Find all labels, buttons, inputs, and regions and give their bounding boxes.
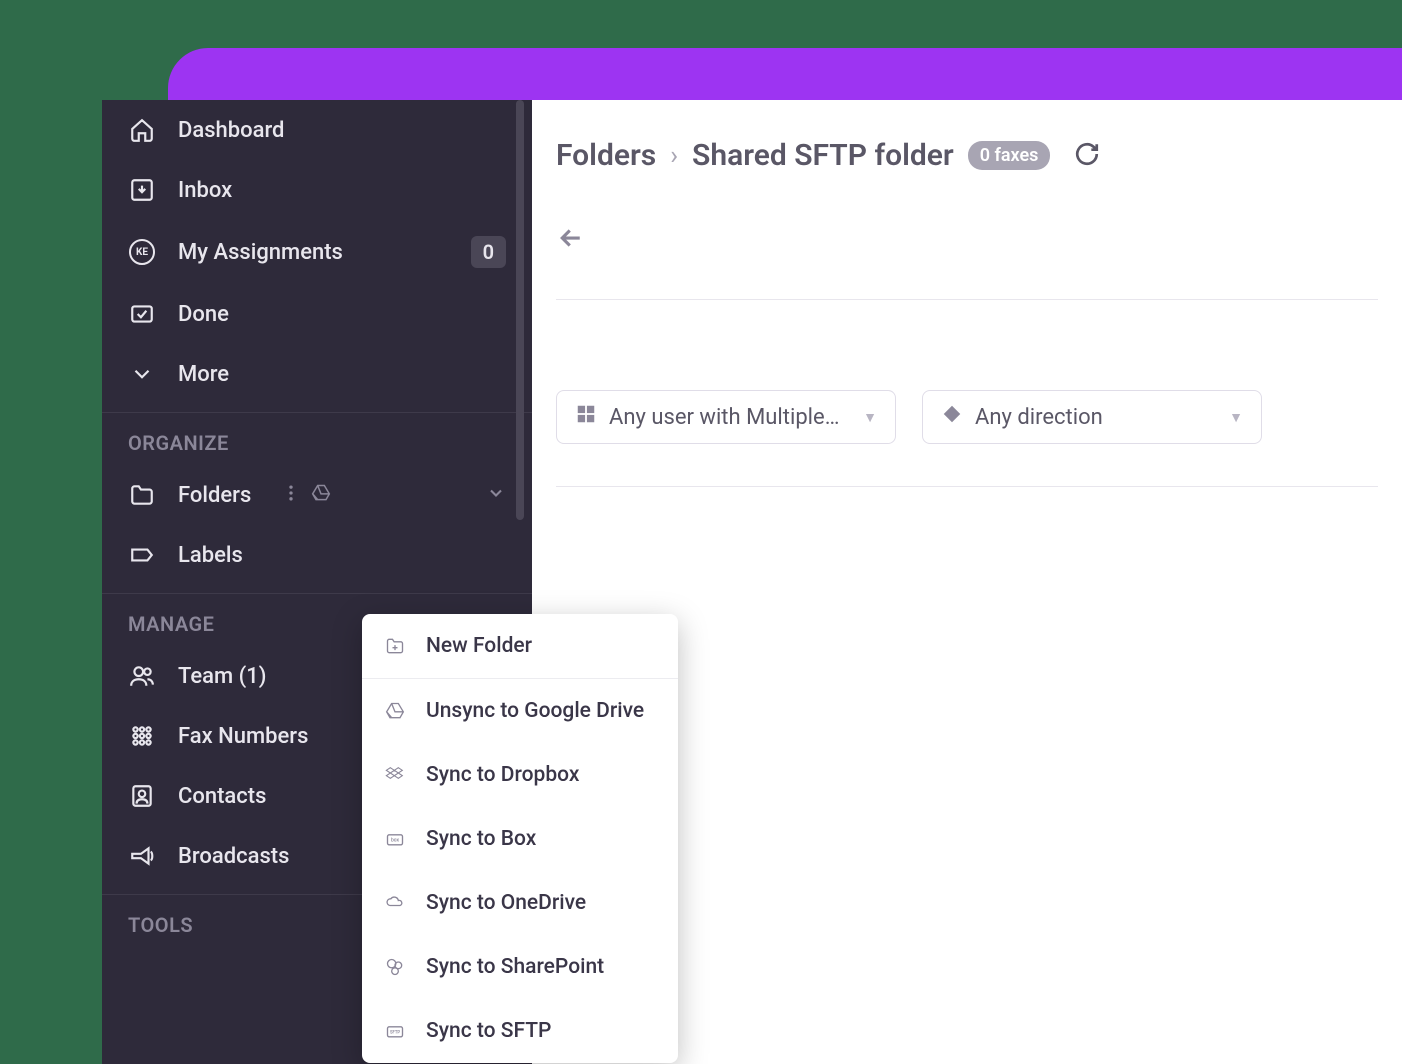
caret-down-icon: ▼: [1229, 409, 1243, 426]
caret-down-icon: ▼: [863, 409, 877, 426]
fax-count-badge: 0 faxes: [968, 141, 1051, 170]
menu-sync-onedrive[interactable]: Sync to OneDrive: [362, 871, 678, 935]
nav-more[interactable]: More: [102, 344, 532, 404]
divider: [556, 299, 1378, 300]
grid-icon: [575, 403, 597, 431]
nav-label: My Assignments: [178, 240, 343, 265]
sharepoint-icon: [384, 956, 406, 978]
nav-my-assignments[interactable]: KE My Assignments 0: [102, 220, 532, 284]
nav-dashboard[interactable]: Dashboard: [102, 100, 532, 160]
menu-label: Sync to Box: [426, 827, 536, 851]
menu-sync-sharepoint[interactable]: Sync to SharePoint: [362, 935, 678, 999]
nav-label: Dashboard: [178, 118, 284, 143]
filter-direction-label: Any direction: [975, 405, 1209, 430]
nav-label: Contacts: [178, 784, 266, 809]
svg-text:box: box: [391, 838, 400, 844]
sidebar-scrollbar[interactable]: [516, 100, 524, 520]
menu-sync-box[interactable]: box Sync to Box: [362, 807, 678, 871]
chevron-down-icon[interactable]: [486, 483, 506, 507]
menu-label: Sync to SharePoint: [426, 955, 604, 979]
menu-sync-sftp[interactable]: SFTP Sync to SFTP: [362, 999, 678, 1063]
nav-label: Folders: [178, 483, 251, 508]
breadcrumb-current: Shared SFTP folder: [692, 138, 954, 173]
kebab-icon[interactable]: [281, 483, 301, 507]
megaphone-icon: [128, 842, 156, 870]
menu-label: Sync to OneDrive: [426, 891, 586, 915]
folder-icon: [128, 481, 156, 509]
inbox-icon: [128, 176, 156, 204]
home-icon: [128, 116, 156, 144]
dropbox-icon: [384, 764, 406, 786]
filter-user-label: Any user with Multiple ...: [609, 405, 843, 430]
app-container: Dashboard Inbox KE My Assignments 0 Done…: [102, 100, 1402, 1064]
breadcrumb: Folders › Shared SFTP folder 0 faxes: [556, 138, 1378, 173]
nav-label: More: [178, 362, 229, 387]
chevron-down-icon: [128, 360, 156, 388]
chevron-right-icon: ›: [670, 141, 678, 171]
nav-label: Fax Numbers: [178, 724, 308, 749]
onedrive-icon: [384, 892, 406, 914]
breadcrumb-root[interactable]: Folders: [556, 138, 656, 173]
check-icon: [128, 300, 156, 328]
filter-user-dropdown[interactable]: Any user with Multiple ... ▼: [556, 390, 896, 444]
gdrive-sync-icon: [311, 483, 331, 507]
filters-row: Any user with Multiple ... ▼ Any directi…: [556, 390, 1378, 444]
dialpad-icon: [128, 722, 156, 750]
gdrive-icon: [384, 700, 406, 722]
menu-label: Unsync to Google Drive: [426, 699, 644, 723]
tag-icon: [128, 541, 156, 569]
nav-label: Done: [178, 302, 229, 327]
nav-labels[interactable]: Labels: [102, 525, 532, 585]
diamond-icon: [941, 403, 963, 431]
svg-text:SFTP: SFTP: [390, 1031, 400, 1036]
menu-unsync-gdrive[interactable]: Unsync to Google Drive: [362, 679, 678, 743]
nav-folders[interactable]: Folders: [102, 465, 532, 525]
new-folder-icon: [384, 635, 406, 657]
sftp-icon: SFTP: [384, 1020, 406, 1042]
menu-sync-dropbox[interactable]: Sync to Dropbox: [362, 743, 678, 807]
nav-label: Labels: [178, 543, 243, 568]
assignments-count-badge: 0: [471, 236, 506, 268]
divider: [556, 486, 1378, 487]
nav-inbox[interactable]: Inbox: [102, 160, 532, 220]
contact-icon: [128, 782, 156, 810]
folders-context-menu: New Folder Unsync to Google Drive Sync t…: [362, 614, 678, 1063]
organize-header: ORGANIZE: [102, 413, 532, 465]
menu-label: Sync to SFTP: [426, 1019, 551, 1043]
team-icon: [128, 662, 156, 690]
menu-label: New Folder: [426, 634, 532, 658]
back-button[interactable]: [556, 223, 1378, 257]
menu-label: Sync to Dropbox: [426, 763, 579, 787]
nav-done[interactable]: Done: [102, 284, 532, 344]
nav-label: Team (1): [178, 664, 266, 689]
ke-icon: KE: [128, 238, 156, 266]
filter-direction-dropdown[interactable]: Any direction ▼: [922, 390, 1262, 444]
nav-label: Inbox: [178, 178, 232, 203]
nav-label: Broadcasts: [178, 844, 289, 869]
box-icon: box: [384, 828, 406, 850]
refresh-button[interactable]: [1074, 141, 1100, 171]
menu-new-folder[interactable]: New Folder: [362, 614, 678, 679]
